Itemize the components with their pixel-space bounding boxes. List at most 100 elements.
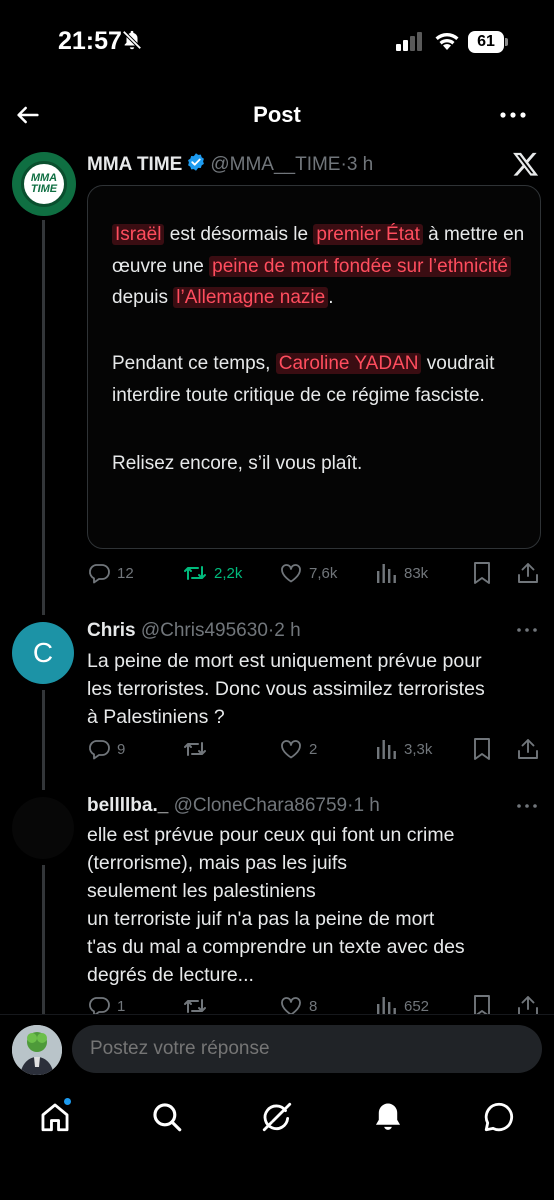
- like-button[interactable]: 2: [279, 737, 317, 761]
- reply-button[interactable]: 12: [87, 561, 134, 585]
- share-icon: [518, 563, 538, 583]
- highlighted-phrase: l’Allemagne nazie: [173, 287, 329, 308]
- reply-line: un terroriste juif n'a pas la peine de m…: [87, 908, 435, 930]
- home-notification-dot: [63, 1097, 72, 1106]
- repost-button[interactable]: [182, 994, 208, 1014]
- repost-icon: [184, 566, 206, 580]
- bottom-tab-bar: [0, 1086, 554, 1200]
- like-count: 2: [309, 740, 318, 758]
- bookmark-icon: [474, 738, 490, 760]
- reply-more-icon[interactable]: [516, 620, 538, 640]
- reply-author-name[interactable]: Chris: [87, 620, 136, 641]
- reply-author-name[interactable]: bellllba._: [87, 795, 168, 816]
- reply-author-row: Chris @Chris495630·2 h: [87, 620, 301, 642]
- thread-line: [42, 220, 45, 615]
- reply-icon: [89, 564, 110, 584]
- tab-home[interactable]: [38, 1097, 72, 1134]
- repost-button[interactable]: [182, 737, 208, 761]
- tab-grok[interactable]: [260, 1100, 294, 1134]
- embed-paragraph-1: Israël est désormais le premier État à m…: [112, 219, 532, 314]
- share-button[interactable]: [516, 737, 540, 761]
- views-button[interactable]: 3,3k: [376, 737, 432, 761]
- heart-icon: [281, 997, 301, 1014]
- heart-icon: [281, 564, 301, 583]
- reply-input[interactable]: [72, 1025, 542, 1073]
- battery-level: 61: [468, 31, 504, 53]
- reply-author-handle[interactable]: @Chris495630: [141, 620, 268, 641]
- reply-line: t'as du mal a comprendre un texte avec d…: [87, 936, 465, 958]
- reply-actions: 1 8 652: [87, 994, 542, 1014]
- author-avatar[interactable]: MMA TIME: [12, 152, 76, 216]
- bookmark-button[interactable]: [471, 994, 493, 1014]
- cellular-signal-icon: [396, 32, 422, 51]
- tab-messages[interactable]: [482, 1100, 516, 1134]
- reply-time: 2 h: [274, 620, 301, 641]
- repost-count: 2,2k: [214, 564, 243, 582]
- reply-more-icon[interactable]: [516, 796, 538, 816]
- author-name[interactable]: MMA TIME: [87, 154, 182, 175]
- reply-avatar-bellllba[interactable]: [12, 797, 74, 859]
- reply-text: elle est prévue pour ceux qui font un cr…: [87, 821, 532, 989]
- repost-button[interactable]: 2,2k: [182, 561, 242, 585]
- reply-line: seulement les palestiniens: [87, 880, 316, 902]
- views-count: 652: [404, 997, 430, 1015]
- notifications-icon: [375, 1103, 401, 1130]
- views-chart-icon: [377, 740, 396, 759]
- post-time: 3 h: [346, 154, 374, 175]
- like-count: 7,6k: [309, 564, 338, 582]
- views-button[interactable]: 652: [376, 994, 429, 1014]
- views-chart-icon: [377, 997, 396, 1014]
- reply-avatar-chris[interactable]: C: [12, 622, 74, 684]
- reply-icon: [89, 740, 110, 760]
- grok-icon: [262, 1102, 292, 1132]
- verified-badge-icon: [188, 153, 205, 171]
- reply-button[interactable]: 9: [87, 737, 125, 761]
- tab-search[interactable]: [150, 1100, 184, 1134]
- like-button[interactable]: 7,6k: [279, 561, 337, 585]
- reply-line: les terroristes. Donc vous assimilez ter…: [87, 678, 485, 700]
- highlighted-phrase: peine de mort fondée sur l’ethnicité: [209, 255, 511, 277]
- x-logo-icon: [513, 152, 539, 176]
- bookmark-button[interactable]: [471, 561, 493, 585]
- highlighted-phrase: Israël: [112, 224, 165, 245]
- bell-slash-icon: [122, 30, 142, 50]
- reply-count: 1: [117, 997, 126, 1015]
- battery-cap: [505, 38, 508, 46]
- reply-count: 9: [117, 740, 126, 758]
- embedded-text-image[interactable]: Israël est désormais le premier État à m…: [87, 185, 541, 549]
- reply-icon: [89, 997, 110, 1014]
- embed-text: est désormais le: [164, 224, 314, 245]
- share-button[interactable]: [516, 994, 540, 1014]
- repost-icon: [184, 999, 206, 1013]
- current-user-avatar[interactable]: [12, 1025, 62, 1075]
- reply-actions: 9 2 3,3k: [87, 737, 542, 763]
- tab-notifications[interactable]: [371, 1100, 405, 1134]
- reply-author-handle[interactable]: @CloneChara86759: [174, 795, 348, 816]
- repost-icon: [184, 742, 206, 756]
- embed-paragraph-2: Pendant ce temps, Caroline YADAN voudrai…: [112, 348, 532, 411]
- share-button[interactable]: [516, 561, 540, 585]
- page-title: Post: [253, 102, 301, 127]
- post-author-row: MMA TIME @MMA__TIME·3 h: [87, 152, 373, 176]
- author-handle[interactable]: @MMA__TIME: [210, 154, 340, 175]
- reply-author-row: bellllba._ @CloneChara86759·1 h: [87, 795, 380, 817]
- like-count: 8: [309, 997, 318, 1015]
- share-icon: [518, 996, 538, 1014]
- search-icon: [153, 1103, 182, 1132]
- heart-icon: [281, 740, 301, 759]
- highlighted-phrase: Caroline YADAN: [275, 353, 422, 374]
- reply-line: degrés de lecture...: [87, 964, 254, 986]
- bookmark-button[interactable]: [471, 737, 493, 761]
- reply-thread-line: [42, 865, 45, 1015]
- messages-icon: [484, 1102, 514, 1132]
- reply-button[interactable]: 1: [87, 994, 125, 1014]
- reply-text: La peine de mort est uniquement prévue p…: [87, 647, 532, 731]
- reply-line: à Palestiniens ?: [87, 706, 225, 728]
- reply-composer: [0, 1014, 554, 1086]
- views-button[interactable]: 83k: [376, 561, 428, 585]
- embed-paragraph-3: Relisez encore, s’il vous plaît.: [112, 453, 363, 474]
- views-chart-icon: [377, 564, 396, 583]
- like-button[interactable]: 8: [279, 994, 317, 1014]
- more-options-icon[interactable]: [498, 101, 528, 129]
- user-avatar-image: [12, 1025, 62, 1075]
